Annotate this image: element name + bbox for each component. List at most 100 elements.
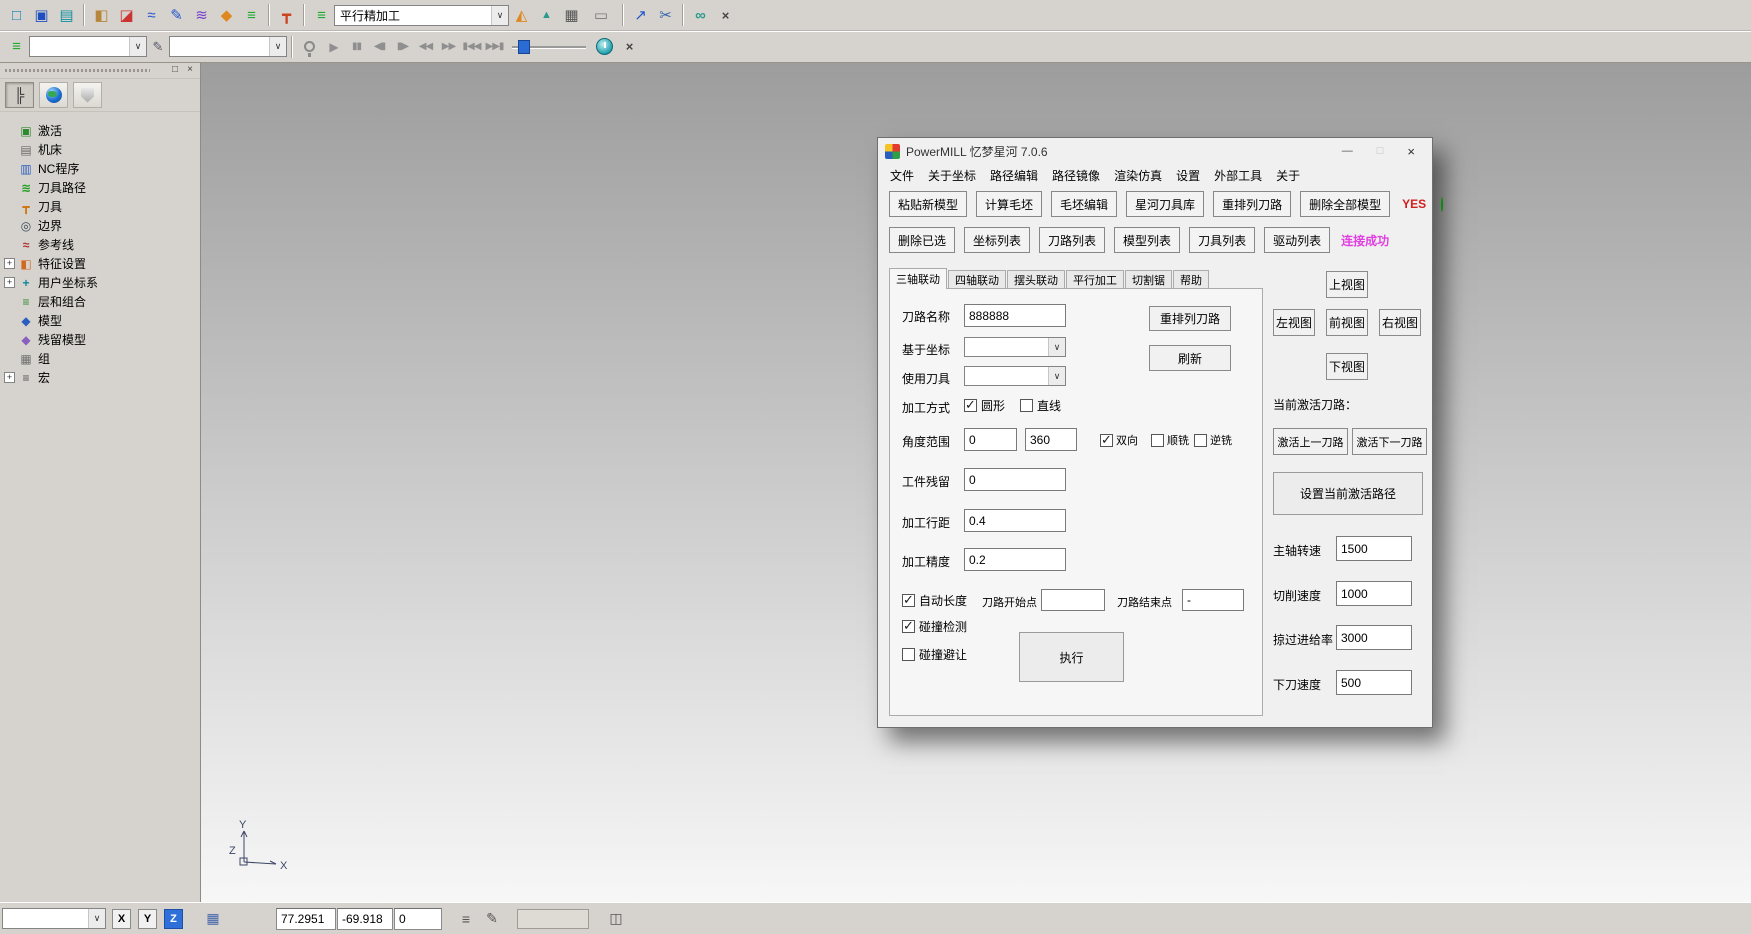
tree-item-stock-models[interactable]: ◆残留模型 <box>0 330 200 349</box>
stock-input[interactable] <box>964 468 1066 491</box>
tree-item-groups[interactable]: ▦组 <box>0 349 200 368</box>
step-back-button[interactable]: ◀▮ <box>368 36 391 58</box>
slider-handle[interactable] <box>518 40 530 54</box>
execute-button[interactable]: 执行 <box>1019 632 1124 682</box>
activate-prev-button[interactable]: 激活上一刀路 <box>1273 428 1348 455</box>
chevron-down-icon[interactable]: ∨ <box>491 6 508 25</box>
paste-model-button[interactable]: 粘贴新模型 <box>889 191 967 217</box>
tool-library-button[interactable]: 星河刀具库 <box>1126 191 1204 217</box>
pen-icon[interactable]: ✎ <box>481 910 503 927</box>
delete-selected-button[interactable]: 删除已选 <box>889 227 955 253</box>
block-icon[interactable]: ◧ <box>89 3 114 28</box>
delete-all-models-button[interactable]: 删除全部模型 <box>1300 191 1390 217</box>
points-icon[interactable]: ◆ <box>214 3 239 28</box>
tree-item-patterns[interactable]: ≈参考线 <box>0 235 200 254</box>
tab-help[interactable]: 帮助 <box>1173 270 1209 289</box>
calculator-icon[interactable]: ▦ <box>559 3 584 28</box>
angle-to-input[interactable] <box>1025 428 1077 451</box>
tool-icon[interactable]: ┳ <box>274 3 299 28</box>
menu-path-mirror[interactable]: 路径镜像 <box>1045 167 1107 184</box>
coord-x-input[interactable] <box>276 908 336 930</box>
simulation-toolpath-combo[interactable]: ∨ <box>29 36 147 57</box>
clock-icon[interactable] <box>592 34 617 59</box>
chevron-down-icon[interactable]: ∨ <box>129 37 146 56</box>
tool-list-button[interactable]: 刀具列表 <box>1189 227 1255 253</box>
checkbox-icon[interactable] <box>1151 434 1164 447</box>
print-icon[interactable]: ▤ <box>54 3 79 28</box>
stepover-input[interactable] <box>964 509 1066 532</box>
workplane-list-button[interactable]: 坐标列表 <box>964 227 1030 253</box>
play-button[interactable]: ▶ <box>322 36 345 58</box>
tree-item-boundaries[interactable]: ◎边界 <box>0 216 200 235</box>
drive-list-button[interactable]: 驱动列表 <box>1264 227 1330 253</box>
angle-from-input[interactable] <box>964 428 1017 451</box>
menu-settings[interactable]: 设置 <box>1169 167 1207 184</box>
tree-item-levels-sets[interactable]: ≡层和组合 <box>0 292 200 311</box>
tab-tilt-head[interactable]: 摆头联动 <box>1007 270 1065 289</box>
curve-icon[interactable]: ≋ <box>189 3 214 28</box>
menu-external-tools[interactable]: 外部工具 <box>1207 167 1269 184</box>
explorer-panel-header[interactable]: □ × <box>0 63 200 79</box>
dialog-titlebar[interactable]: PowerMILL 忆梦星河 7.0.6 — □ × <box>878 138 1432 164</box>
tolerance-input[interactable] <box>964 548 1066 571</box>
stats-icon[interactable]: ↗ <box>628 3 653 28</box>
set-active-path-button[interactable]: 设置当前激活路径 <box>1273 472 1423 515</box>
axis-y-button[interactable]: Y <box>138 909 157 929</box>
chevron-down-icon[interactable]: ∨ <box>269 37 286 56</box>
tree-item-nc-programs[interactable]: ▥NC程序 <box>0 159 200 178</box>
view-front-button[interactable]: 前视图 <box>1326 309 1368 336</box>
plunge-feed-input[interactable] <box>1336 670 1412 695</box>
tab-3axis[interactable]: 三轴联动 <box>889 268 947 289</box>
checkbox-icon[interactable] <box>1100 434 1113 447</box>
close-icon[interactable]: × <box>1407 144 1415 159</box>
menu-render-sim[interactable]: 渲染仿真 <box>1107 167 1169 184</box>
pattern-icon[interactable]: ≈ <box>139 3 164 28</box>
pause-button[interactable]: ▮▮ <box>345 36 368 58</box>
reorder-button[interactable]: 重排列刀路 <box>1149 306 1231 331</box>
workplane-icon[interactable]: ◪ <box>114 3 139 28</box>
spindle-speed-input[interactable] <box>1336 536 1412 561</box>
draft-icon[interactable]: ✎ <box>147 34 169 59</box>
checkbox-icon[interactable] <box>1194 434 1207 447</box>
menu-path-edit[interactable]: 路径编辑 <box>983 167 1045 184</box>
list-icon[interactable]: ≡ <box>455 911 477 927</box>
bidirectional-checkbox[interactable]: 双向 <box>1100 432 1138 448</box>
edit-block-button[interactable]: 毛坯编辑 <box>1051 191 1117 217</box>
screen-icon[interactable]: ◫ <box>605 910 627 927</box>
view-right-button[interactable]: 右视图 <box>1379 309 1421 336</box>
axis-z-button[interactable]: Z <box>164 909 183 929</box>
refresh-button[interactable]: 刷新 <box>1149 345 1231 371</box>
tree-item-machine-tools[interactable]: ▤机床 <box>0 140 200 159</box>
workplane-combo[interactable]: ∨ <box>964 337 1066 357</box>
lightbulb-icon[interactable] <box>297 34 322 59</box>
toolpath-list-button[interactable]: 刀路列表 <box>1039 227 1105 253</box>
coord-z-input[interactable] <box>394 908 442 930</box>
collision-check-checkbox[interactable]: 碰撞检测 <box>902 618 967 635</box>
scissors-icon[interactable]: ✂ <box>653 3 678 28</box>
chevron-down-icon[interactable]: ∨ <box>88 909 105 928</box>
explorer-tree-icon[interactable]: ╠ <box>5 82 34 108</box>
expand-icon[interactable] <box>4 277 15 288</box>
grid-icon[interactable]: ▦ <box>202 910 224 927</box>
simulation-tool-combo[interactable]: ∨ <box>169 36 287 57</box>
save-icon[interactable]: ▣ <box>29 3 54 28</box>
chevron-down-icon[interactable]: ∨ <box>1048 338 1065 356</box>
expand-icon[interactable] <box>4 372 15 383</box>
checkbox-icon[interactable] <box>1020 399 1033 412</box>
conventional-checkbox[interactable]: 逆铣 <box>1194 432 1232 448</box>
coord-y-input[interactable] <box>337 908 393 930</box>
view-bottom-button[interactable]: 下视图 <box>1326 353 1368 380</box>
reorder-toolpaths-button[interactable]: 重排列刀路 <box>1213 191 1291 217</box>
pencil-icon[interactable]: ✎ <box>164 3 189 28</box>
ruler-icon[interactable]: ▭ <box>584 3 618 28</box>
checkbox-icon[interactable] <box>902 620 915 633</box>
tab-4axis[interactable]: 四轴联动 <box>948 270 1006 289</box>
method-line-checkbox[interactable]: 直线 <box>1020 397 1061 414</box>
climb-checkbox[interactable]: 顺铣 <box>1151 432 1189 448</box>
panel-close-icon[interactable]: × <box>183 64 197 75</box>
panel-float-icon[interactable]: □ <box>168 64 182 75</box>
menu-workplane[interactable]: 关于坐标 <box>921 167 983 184</box>
menu-file[interactable]: 文件 <box>883 167 921 184</box>
skim-feed-input[interactable] <box>1336 625 1412 650</box>
fast-forward-button[interactable]: ▶▶ <box>437 36 460 58</box>
